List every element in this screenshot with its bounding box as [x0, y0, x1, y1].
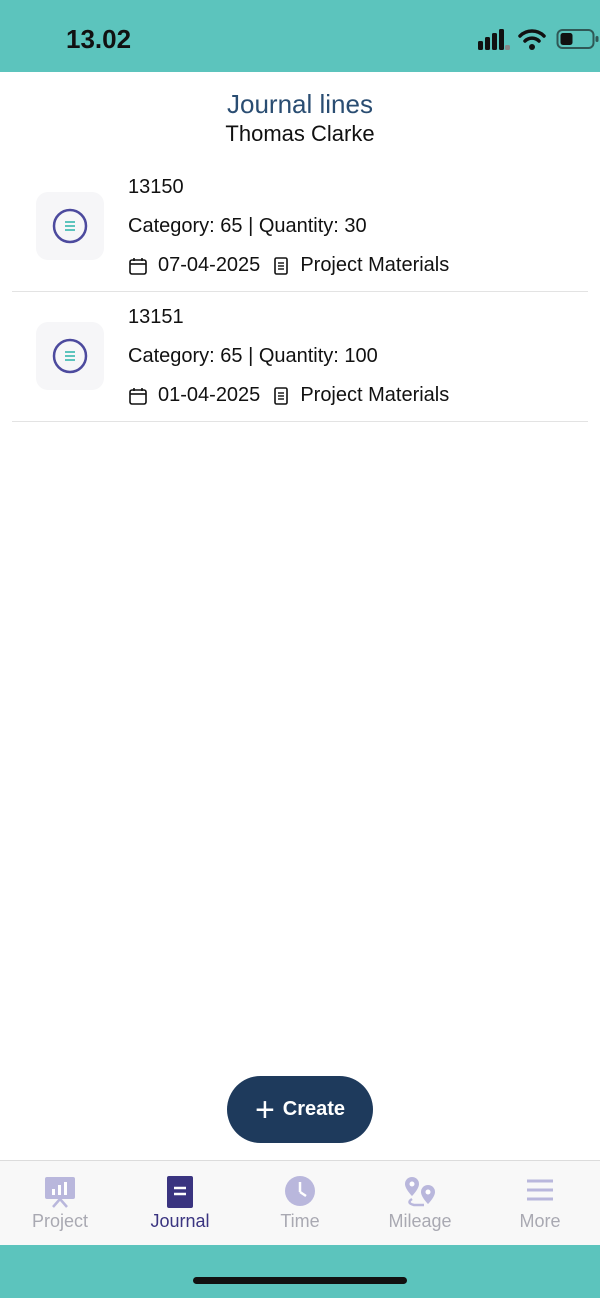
status-bar: 13.02: [0, 0, 600, 72]
calendar-icon: [129, 257, 147, 275]
journal-line-icon: [52, 338, 88, 374]
journal-lines-list: 13150 Category: 65 | Quantity: 30 07-04-…: [12, 162, 588, 422]
bottom-safe-area: [0, 1245, 600, 1298]
journal-line-icon-box: [36, 192, 104, 260]
bottom-tab-bar: Project Journal Time Mileage More: [0, 1160, 600, 1246]
create-button-label: Create: [282, 1098, 346, 1120]
tab-time[interactable]: Time: [240, 1161, 360, 1246]
clock-icon: [285, 1176, 315, 1206]
tab-mileage[interactable]: Mileage: [360, 1161, 480, 1246]
tab-more[interactable]: More: [480, 1161, 600, 1246]
journal-line-type: Project Materials: [300, 384, 450, 406]
page-subtitle: Thomas Clarke: [225, 121, 375, 146]
page-header: Journal lines Thomas Clarke: [0, 88, 600, 148]
tab-label: Time: [280, 1211, 320, 1231]
journal-line-detail: Category: 65 | Quantity: 30: [128, 215, 367, 237]
document-icon: [274, 256, 289, 275]
document-icon: [274, 386, 289, 405]
tab-project[interactable]: Project: [0, 1161, 120, 1246]
tab-label: Journal: [150, 1211, 210, 1231]
journal-book-icon: [167, 1176, 193, 1208]
tab-label: Mileage: [388, 1211, 452, 1231]
signal-icon: [478, 29, 510, 50]
journal-line-date: 01-04-2025: [158, 384, 261, 406]
journal-line-date: 07-04-2025: [158, 254, 261, 276]
presentation-chart-icon: [45, 1177, 75, 1208]
journal-line-meta: 01-04-2025 Project Materials: [128, 384, 449, 407]
journal-line-meta: 07-04-2025 Project Materials: [128, 254, 449, 277]
journal-line-detail: Category: 65 | Quantity: 100: [128, 345, 378, 367]
journal-line-number: 13151: [128, 306, 184, 328]
tab-journal[interactable]: Journal: [120, 1161, 240, 1246]
battery-icon: [556, 29, 599, 49]
journal-line-row[interactable]: 13151 Category: 65 | Quantity: 100 01-04…: [12, 292, 588, 422]
home-indicator[interactable]: [193, 1277, 407, 1284]
route-pin-icon: [405, 1177, 435, 1207]
create-button[interactable]: + Create: [227, 1076, 373, 1143]
status-time: 13.02: [66, 24, 132, 54]
tab-label: Project: [31, 1211, 89, 1231]
page-title: Journal lines: [227, 89, 373, 119]
journal-line-icon-box: [36, 322, 104, 390]
plus-icon: +: [254, 1090, 275, 1129]
journal-line-icon: [52, 208, 88, 244]
journal-line-type: Project Materials: [300, 254, 450, 276]
journal-line-number: 13150: [128, 176, 184, 198]
menu-lines-icon: [527, 1179, 553, 1201]
calendar-icon: [129, 387, 147, 405]
tab-label: More: [519, 1211, 561, 1231]
wifi-icon: [518, 29, 546, 50]
journal-line-row[interactable]: 13150 Category: 65 | Quantity: 30 07-04-…: [12, 162, 588, 292]
